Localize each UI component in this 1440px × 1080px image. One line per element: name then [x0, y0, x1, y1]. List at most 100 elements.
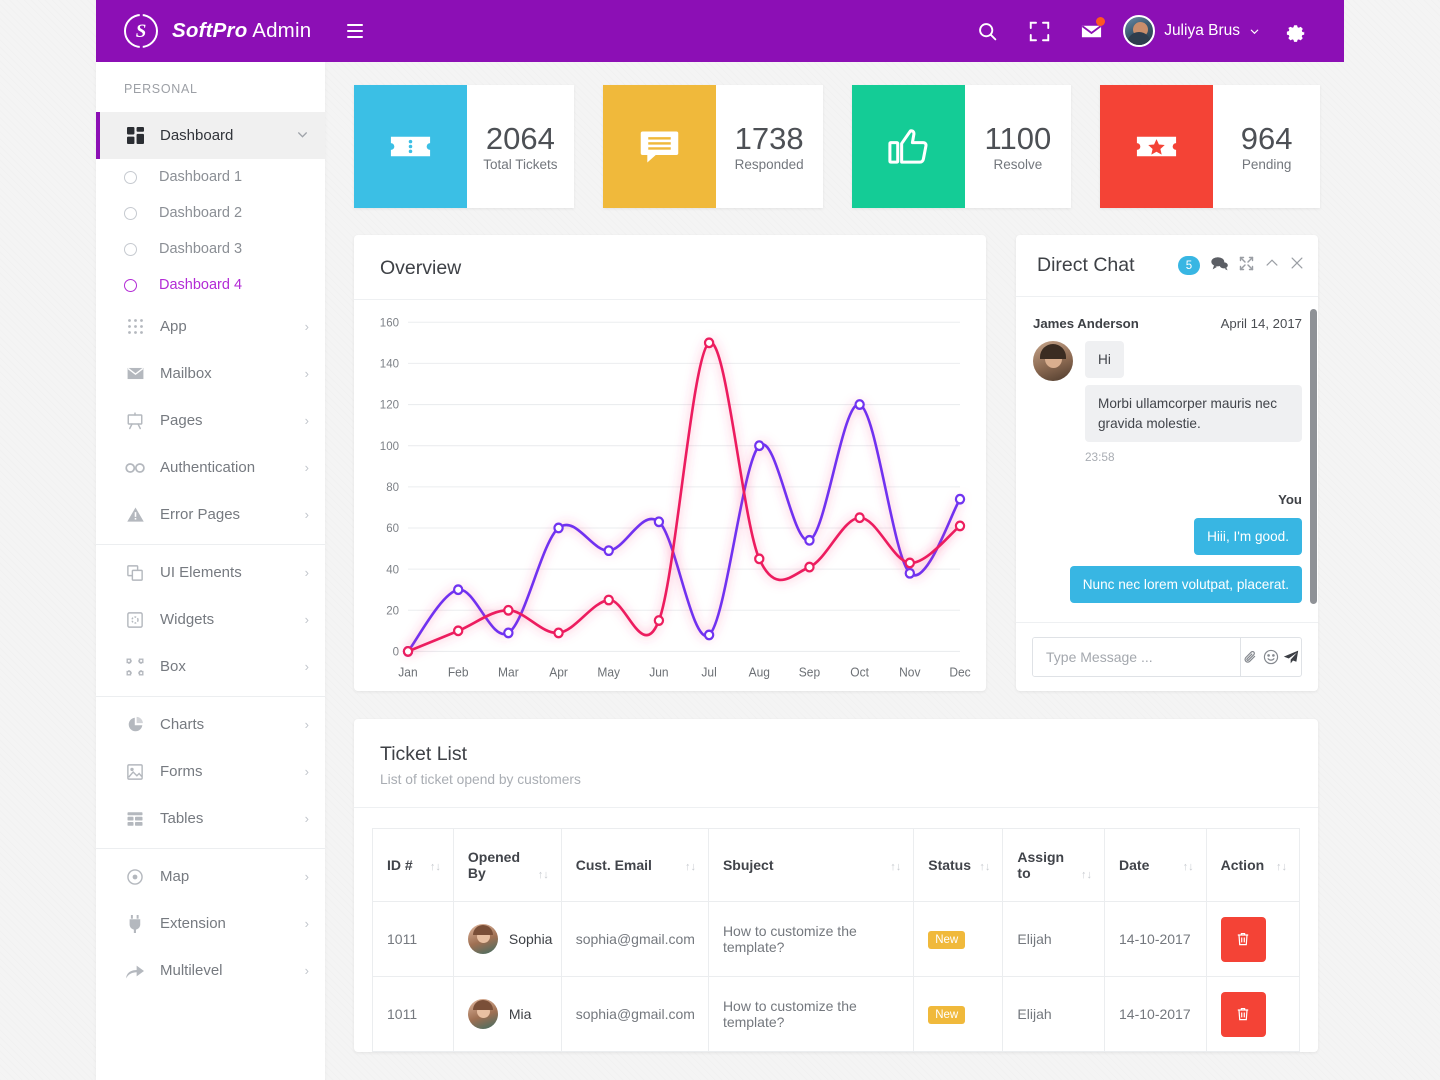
cell-subject: How to customize the template?: [707, 901, 915, 977]
svg-text:60: 60: [386, 522, 399, 535]
chat-messages: James Anderson April 14, 2017 Hi Morbi u…: [1016, 297, 1318, 622]
table-grid-icon: [124, 808, 146, 830]
sidebar-item-box[interactable]: Box ›: [96, 643, 325, 690]
sidebar-item-error-pages[interactable]: Error Pages ›: [96, 491, 325, 538]
ticket-list-title: Ticket List: [380, 743, 468, 765]
column-header-id[interactable]: ID # ↑↓: [372, 828, 454, 902]
column-header-opened-by[interactable]: Opened By ↑↓: [452, 828, 562, 902]
chevron-right-icon: ›: [304, 612, 309, 627]
sidebar-item-tables[interactable]: Tables ›: [96, 795, 325, 842]
sidebar-item-mailbox[interactable]: Mailbox ›: [96, 350, 325, 397]
mail-notification-dot: [1096, 17, 1106, 26]
sidebar-item-extension[interactable]: Extension ›: [96, 900, 325, 947]
cell-assign-to: Elijah: [1002, 901, 1106, 977]
stat-card-pending[interactable]: 964 Pending: [1100, 85, 1320, 208]
bullet-circle-icon: [124, 206, 137, 220]
column-label: Action: [1220, 857, 1265, 873]
delete-button[interactable]: [1220, 991, 1266, 1037]
fullscreen-icon[interactable]: [1013, 0, 1065, 62]
sidebar-item-authentication[interactable]: Authentication ›: [96, 444, 325, 491]
menu-toggle-icon[interactable]: [347, 18, 373, 44]
stat-label: Responded: [734, 157, 804, 173]
widget-square-icon: [124, 609, 146, 631]
chat-header: Direct Chat 5: [1016, 235, 1318, 297]
column-header-action[interactable]: Action ↑↓: [1205, 828, 1301, 902]
column-label: Opened By: [467, 849, 520, 881]
table-header-row: ID # ↑↓ Opened By ↑↓ Cust. Email ↑↓ Sbuject…: [372, 828, 1301, 902]
sidebar-group-data: Charts › Forms › Tables ›: [96, 697, 325, 849]
sidebar-item-dashboard[interactable]: Dashboard: [96, 112, 325, 159]
emoji-smiley-icon[interactable]: [1261, 638, 1281, 676]
bullet-circle-icon: [124, 242, 137, 256]
svg-text:Dec: Dec: [949, 665, 970, 679]
chat-sender-name: James Anderson: [1033, 316, 1139, 331]
sidebar-item-label: Widgets: [160, 611, 215, 628]
column-label: Date: [1119, 857, 1150, 873]
send-paper-plane-icon[interactable]: [1281, 638, 1301, 676]
overview-header: Overview: [354, 235, 986, 300]
sidebar-item-map[interactable]: Map ›: [96, 853, 325, 900]
sidebar-item-widgets[interactable]: Widgets ›: [96, 596, 325, 643]
expand-icon[interactable]: [1239, 256, 1254, 276]
chat-bubbles-icon[interactable]: [1211, 256, 1228, 276]
sidebar-subitem-dashboard-4[interactable]: Dashboard 4: [96, 267, 325, 303]
attachment-clip-icon[interactable]: [1240, 638, 1261, 676]
chevron-right-icon: ›: [304, 963, 309, 978]
sidebar-item-pages[interactable]: Pages ›: [96, 397, 325, 444]
column-header-assign-to[interactable]: Assign to ↑↓: [1002, 828, 1106, 902]
stat-value: 964: [1240, 120, 1293, 156]
chevron-right-icon: ›: [304, 460, 309, 475]
svg-text:Nov: Nov: [899, 665, 921, 679]
sidebar-item-app[interactable]: App ›: [96, 303, 325, 350]
page-title: Overview: [380, 257, 462, 279]
warning-triangle-icon: [124, 504, 146, 526]
sidebar-subitem-dashboard-2[interactable]: Dashboard 2: [96, 195, 325, 231]
location-pin-icon: [124, 866, 146, 888]
sidebar-item-charts[interactable]: Charts ›: [96, 701, 325, 748]
column-header-subject[interactable]: Sbuject ↑↓: [707, 828, 915, 902]
stat-card-responded[interactable]: 1738 Responded: [602, 85, 823, 208]
stat-card-resolve[interactable]: 1100 Resolve: [851, 85, 1072, 208]
column-header-date[interactable]: Date ↑↓: [1104, 828, 1207, 902]
collapse-chevron-up-icon[interactable]: [1265, 256, 1279, 275]
column-header-status[interactable]: Status ↑↓: [913, 828, 1004, 902]
user-menu[interactable]: Juliya Brus: [1117, 15, 1270, 47]
sidebar-item-ui-elements[interactable]: UI Elements ›: [96, 549, 325, 596]
chat-scrollbar[interactable]: [1310, 309, 1317, 604]
message-input[interactable]: [1033, 638, 1240, 676]
stat-card-total-tickets[interactable]: 2064 Total Tickets: [354, 85, 574, 208]
sort-icon: ↑↓: [429, 861, 441, 873]
svg-text:120: 120: [380, 399, 400, 412]
sidebar-item-multilevel[interactable]: Multilevel ›: [96, 947, 325, 994]
ticket-list-header: Ticket List List of ticket opend by cust…: [354, 719, 1318, 808]
chevron-down-icon: [296, 128, 309, 143]
mail-icon[interactable]: [1065, 0, 1117, 62]
overview-chart[interactable]: 0 20 40 60 80 100 120 140 160 Jan Feb Mar Apr May Jun J…: [354, 300, 986, 691]
delete-button[interactable]: [1220, 916, 1266, 962]
user-name: Mia: [508, 1006, 532, 1022]
close-icon[interactable]: [1290, 256, 1304, 275]
svg-text:Jan: Jan: [398, 665, 418, 679]
sidebar-group-ui: UI Elements › Widgets › Box ›: [96, 545, 325, 697]
table-row[interactable]: 1011 Mia sophia@gmail.com How to customi…: [372, 976, 1301, 1052]
chat-message-date: April 14, 2017: [1220, 316, 1302, 331]
avatar: [467, 999, 498, 1029]
gear-icon[interactable]: [1270, 0, 1322, 62]
sidebar-item-label: Tables: [160, 810, 204, 827]
sort-icon: ↑↓: [537, 869, 549, 881]
share-arrow-icon: [124, 960, 146, 982]
column-label: Cust. Email: [575, 857, 652, 873]
sort-icon: ↑↓: [979, 861, 991, 873]
brand-logo[interactable]: S SoftPro Admin: [96, 0, 325, 62]
chevron-right-icon: ›: [304, 565, 309, 580]
table-row[interactable]: 1011 Sophia sophia@gmail.com How to cust…: [372, 901, 1301, 977]
sidebar-item-forms[interactable]: Forms ›: [96, 748, 325, 795]
chat-composer-area: [1016, 622, 1318, 691]
sidebar-subitem-dashboard-1[interactable]: Dashboard 1: [96, 159, 325, 195]
chevron-right-icon: ›: [304, 764, 309, 779]
search-icon[interactable]: [961, 0, 1013, 62]
sidebar-subitem-dashboard-3[interactable]: Dashboard 3: [96, 231, 325, 267]
column-header-cust-email[interactable]: Cust. Email ↑↓: [560, 828, 709, 902]
status-badge: New: [928, 930, 966, 949]
ticket-icon: [354, 85, 467, 208]
